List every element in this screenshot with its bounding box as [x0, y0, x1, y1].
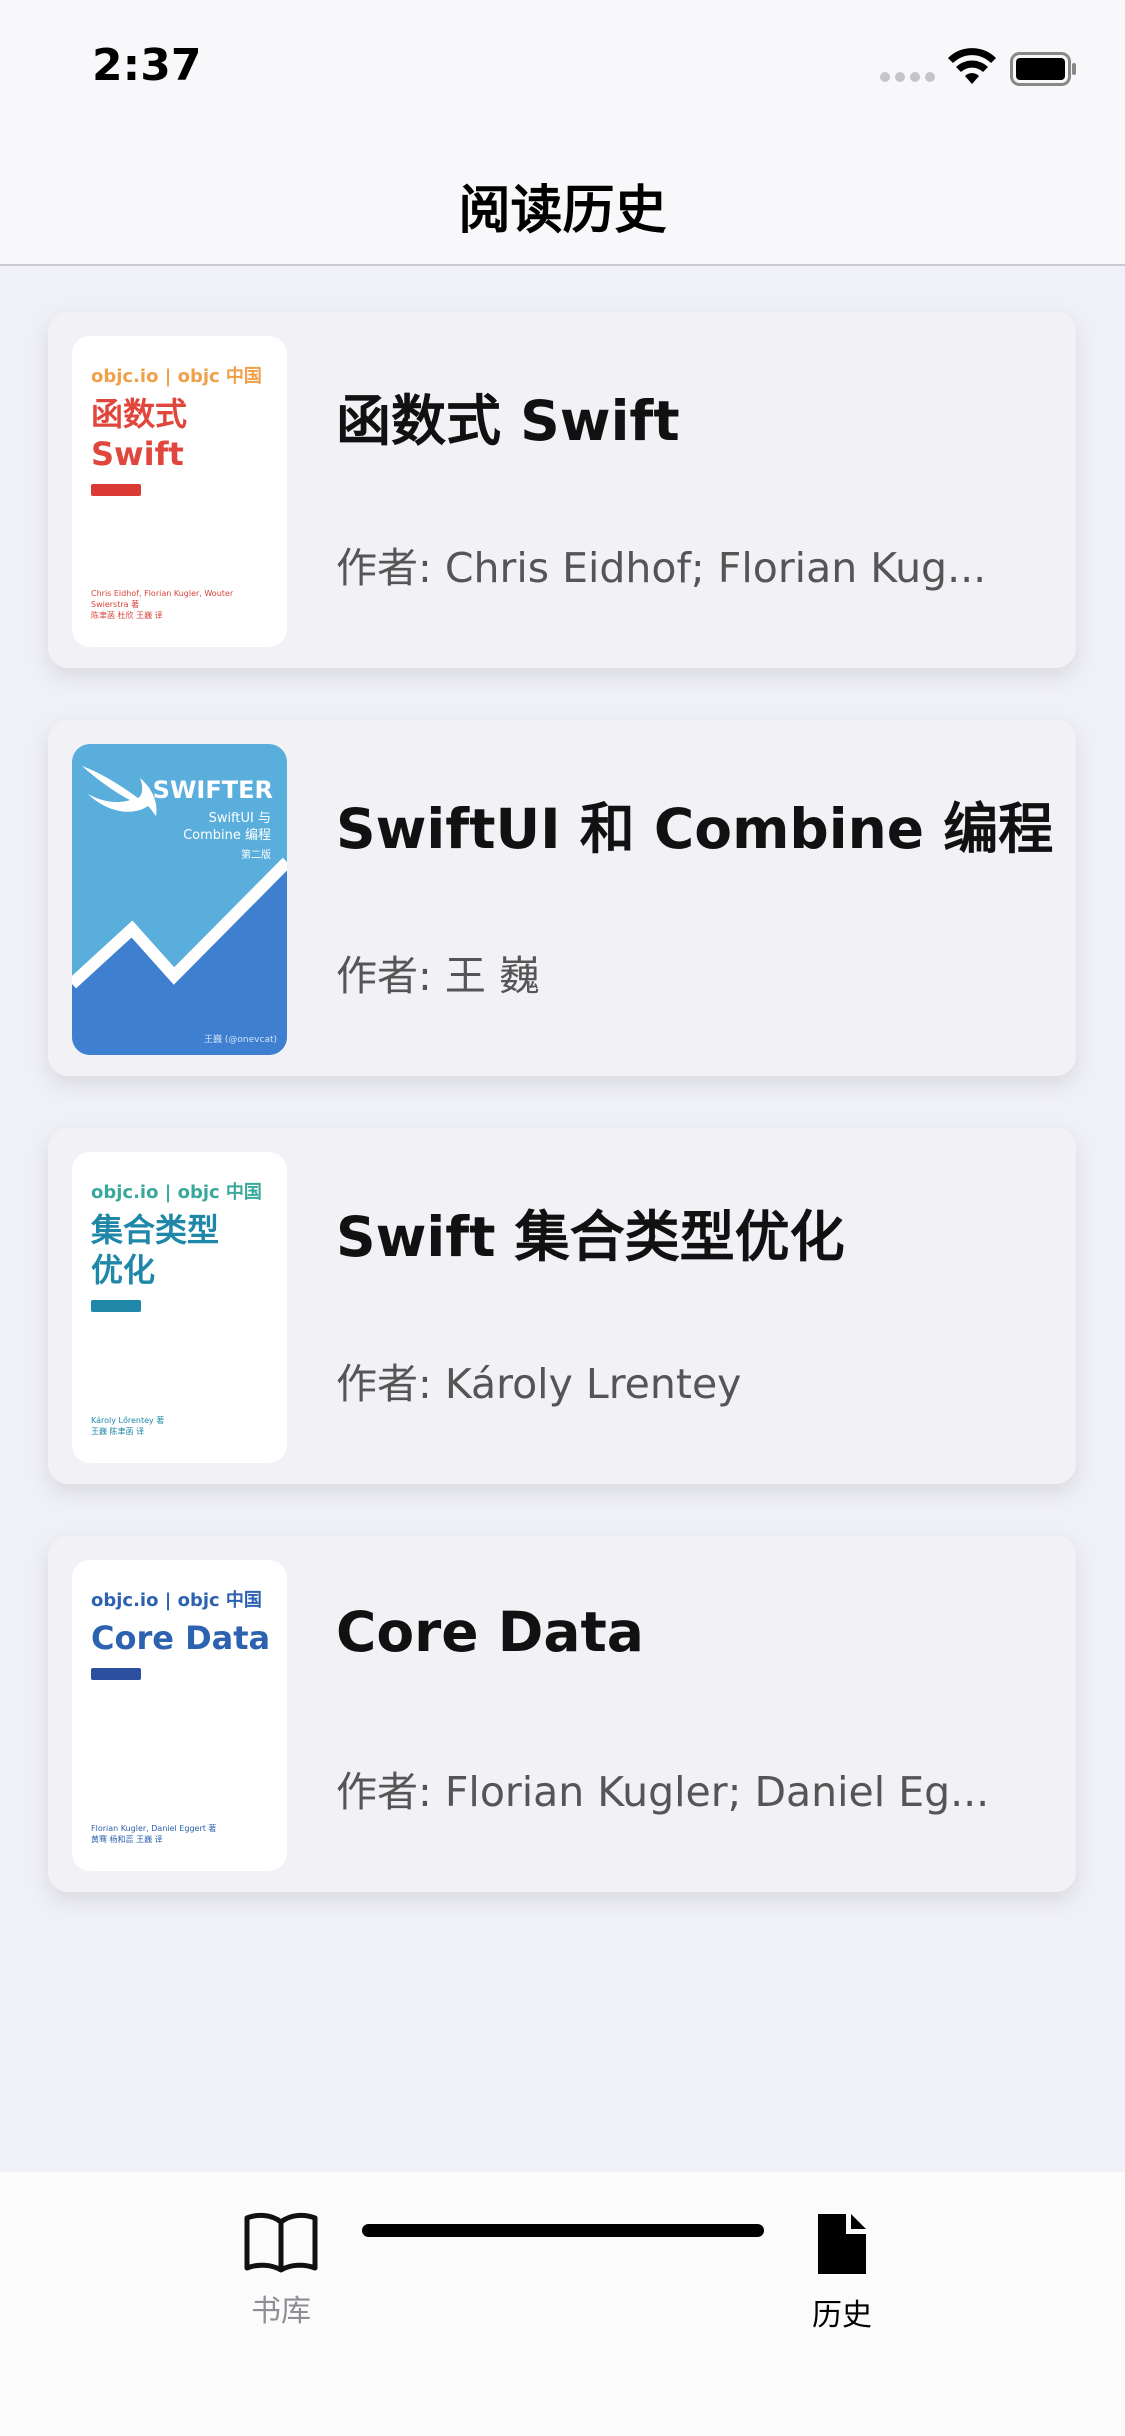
cover-title: 函数式 Swift [91, 395, 188, 473]
book-title: 函数式 Swift [336, 389, 680, 453]
document-icon [818, 2214, 866, 2274]
cover-tag [91, 1668, 141, 1680]
cover-authors: Károly Lőrentey 著 王巍 陈聿菡 译 [91, 1416, 165, 1436]
status-bar: 2:37 [0, 0, 1125, 132]
book-card-collection-optimization[interactable]: objc.io | objc 中国 集合类型 优化 Károly Lőrente… [48, 1128, 1076, 1484]
cover-authors: Florian Kugler, Daniel Eggert 著 黄骞 杨和蕊 王… [91, 1824, 217, 1844]
cover-brand: objc.io | objc 中国 [91, 1182, 262, 1203]
tab-bar: 书库 历史 [0, 2172, 1125, 2436]
cover-chart-graphic [72, 857, 287, 1055]
cover-tag [91, 484, 141, 496]
status-time: 2:37 [92, 40, 202, 91]
book-author: 作者: Chris Eidhof; Florian Kug... [336, 544, 987, 592]
book-card-functional-swift[interactable]: objc.io | objc 中国 函数式 Swift Chris Eidhof… [48, 312, 1076, 668]
cellular-signal-icon [880, 72, 936, 84]
book-icon [244, 2212, 318, 2273]
book-author: 作者: Florian Kugler; Daniel Eg... [336, 1768, 990, 1816]
tab-history[interactable]: 历史 [742, 2210, 942, 2350]
navigation-bar: 阅读历史 [0, 132, 1125, 266]
tab-library[interactable]: 书库 [181, 2210, 381, 2350]
book-author: 作者: 王 巍 [336, 952, 540, 1000]
page-title: 阅读历史 [458, 181, 667, 241]
tab-label: 历史 [812, 2298, 872, 2333]
battery-icon [1010, 52, 1076, 86]
book-card-swiftui-combine[interactable]: SWIFTER SwiftUI 与 Combine 编程 第二版 王巍 (@on… [48, 720, 1076, 1076]
cover-authors: Chris Eidhof, Florian Kugler, Wouter Swi… [91, 589, 234, 620]
book-card-core-data[interactable]: objc.io | objc 中国 Core Data Florian Kugl… [48, 1536, 1076, 1892]
cover-title: 集合类型 优化 [91, 1211, 220, 1289]
book-cover: SWIFTER SwiftUI 与 Combine 编程 第二版 王巍 (@on… [72, 744, 287, 1055]
book-title: Core Data [336, 1600, 644, 1664]
cover-footer: 王巍 (@onevcat) [204, 1035, 277, 1045]
wifi-icon [948, 48, 996, 84]
book-author: 作者: Károly Lrentey [336, 1360, 742, 1408]
cover-title: Core Data [91, 1619, 271, 1657]
book-cover: objc.io | objc 中国 函数式 Swift Chris Eidhof… [72, 336, 287, 647]
tab-label: 书库 [251, 2294, 311, 2329]
cover-brand: objc.io | objc 中国 [91, 366, 262, 387]
home-indicator[interactable] [362, 2224, 764, 2237]
book-title: SwiftUI 和 Combine 编程 [336, 797, 1054, 861]
book-cover: objc.io | objc 中国 集合类型 优化 Károly Lőrente… [72, 1152, 287, 1463]
book-title: Swift 集合类型优化 [336, 1205, 845, 1269]
cover-brand: objc.io | objc 中国 [91, 1590, 262, 1611]
cover-tag [91, 1300, 141, 1312]
book-cover: objc.io | objc 中国 Core Data Florian Kugl… [72, 1560, 287, 1871]
